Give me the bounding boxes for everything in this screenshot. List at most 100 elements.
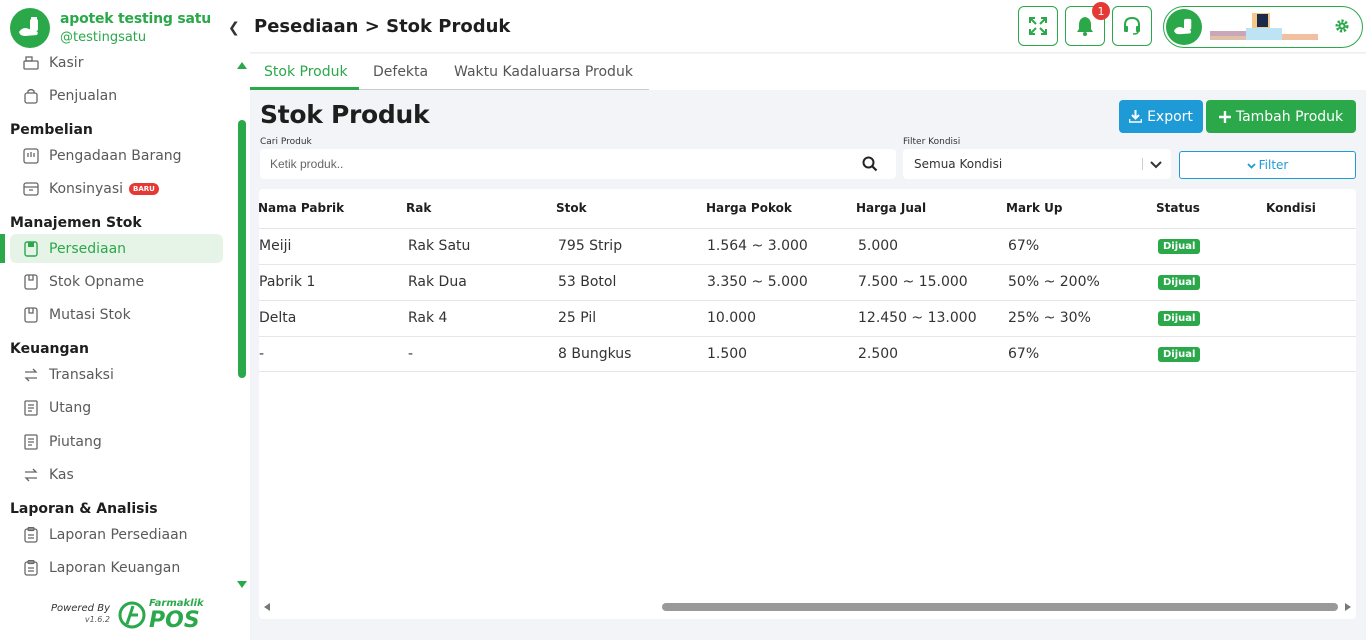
chevron-down-icon [1247, 162, 1256, 169]
sidebar-item-pengadaan-barang[interactable]: Pengadaan Barang [10, 141, 223, 170]
notification-count-badge: 1 [1092, 2, 1110, 20]
fullscreen-button[interactable] [1018, 6, 1058, 46]
clipboard-icon [22, 559, 40, 577]
notification-button[interactable]: 1 [1065, 2, 1110, 46]
cash-register-icon [22, 54, 40, 72]
search-icon[interactable] [862, 156, 878, 172]
sidebar-item-label: Laporan Persediaan [49, 526, 188, 543]
sidebar-item-piutang[interactable]: Piutang [10, 427, 223, 456]
sidebar-menu: Kasir Penjualan Pembelian Pengadaan Bara… [0, 50, 235, 590]
column-header[interactable]: Stok [556, 201, 587, 215]
search-input[interactable] [260, 149, 840, 179]
cell-rack: Rak 4 [408, 310, 448, 326]
table-row[interactable]: Pabrik 1 Rak Dua 53 Botol 3.350 ~ 5.000 … [259, 264, 1356, 300]
scroll-left-arrow-icon[interactable] [264, 603, 270, 611]
select-separator [1142, 158, 1143, 170]
cell-cost-price: 1.564 ~ 3.000 [707, 238, 808, 254]
filter-button[interactable]: Filter [1179, 151, 1356, 179]
profile-menu[interactable] [1163, 6, 1363, 48]
cell-cost-price: 3.350 ~ 5.000 [707, 274, 808, 290]
scroll-down-arrow-icon[interactable] [237, 581, 247, 588]
sidebar-item-laporan-persediaan[interactable]: Laporan Persediaan [10, 520, 223, 549]
scroll-right-arrow-icon[interactable] [1345, 603, 1351, 611]
active-indicator [0, 234, 5, 263]
cell-rack: Rak Dua [408, 274, 467, 290]
avatar [1166, 9, 1202, 45]
cell-rack: Rak Satu [408, 238, 471, 254]
stock-opname-icon [22, 273, 40, 291]
sidebar-item-label: Mutasi Stok [49, 306, 131, 323]
export-button[interactable]: Export [1119, 100, 1203, 133]
search-label: Cari Produk [260, 137, 312, 147]
table-horizontal-scrollbar[interactable] [259, 599, 1356, 615]
sidebar-item-konsinyasi[interactable]: Konsinyasi BARU [10, 174, 223, 203]
column-header[interactable]: Harga Jual [856, 201, 926, 215]
sidebar-item-stok-opname[interactable]: Stok Opname [10, 267, 223, 296]
sidebar-item-laporan-keuangan[interactable]: Laporan Keuangan [10, 553, 223, 582]
cell-sell-price: 5.000 [858, 238, 899, 254]
cell-markup: 67% [1008, 238, 1040, 254]
column-header[interactable]: Rak [406, 201, 431, 215]
sidebar-item-penjualan[interactable]: Penjualan [10, 81, 223, 110]
cell-cost-price: 10.000 [707, 310, 756, 326]
cell-factory: - [259, 346, 265, 362]
filter-button-label: Filter [1258, 158, 1289, 172]
sidebar-item-label: Stok Opname [49, 273, 145, 290]
bag-icon [22, 87, 40, 105]
section-keuangan: Keuangan [10, 341, 89, 357]
sidebar-item-kasir[interactable]: Kasir [10, 50, 223, 77]
condition-select-value: Semua Kondisi [914, 157, 1003, 171]
horizontal-scroll-thumb[interactable] [662, 603, 1338, 611]
sidebar: apotek testing satu @testingsatu ❮ Kasir… [0, 0, 250, 640]
column-header[interactable]: Nama Pabrik [259, 201, 344, 215]
cell-cost-price: 1.500 [707, 346, 748, 362]
cell-stock: 53 Botol [558, 274, 617, 290]
support-button[interactable] [1112, 6, 1152, 46]
cell-markup: 25% ~ 30% [1008, 310, 1091, 326]
sidebar-item-kas[interactable]: Kas [10, 460, 223, 489]
sidebar-item-persediaan[interactable]: Persediaan [10, 234, 223, 263]
column-header[interactable]: Kondisi [1266, 201, 1316, 215]
tab-waktu-kadaluarsa[interactable]: Waktu Kadaluarsa Produk [454, 64, 633, 80]
tab-stok-produk[interactable]: Stok Produk [264, 64, 348, 80]
status-badge: Dijual [1158, 347, 1201, 362]
scroll-up-arrow-icon[interactable] [237, 62, 247, 69]
collapse-sidebar-icon[interactable]: ❮ [228, 20, 240, 36]
column-header[interactable]: Mark Up [1006, 201, 1062, 215]
sidebar-item-transaksi[interactable]: Transaksi [10, 360, 223, 389]
clipboard-icon [22, 526, 40, 544]
cell-factory: Pabrik 1 [259, 274, 316, 290]
table-row[interactable]: - - 8 Bungkus 1.500 2.500 67% Dijual [259, 336, 1356, 372]
stock-mutation-icon [22, 306, 40, 324]
table-row[interactable]: Meiji Rak Satu 795 Strip 1.564 ~ 3.000 5… [259, 228, 1356, 264]
chevron-down-icon [1150, 161, 1162, 169]
section-pembelian: Pembelian [10, 122, 93, 138]
column-header[interactable]: Harga Pokok [706, 201, 792, 215]
sidebar-item-label: Konsinyasi [49, 180, 124, 197]
cell-stock: 8 Bungkus [558, 346, 632, 362]
plus-icon [1218, 110, 1231, 123]
table-row[interactable]: Delta Rak 4 25 Pil 10.000 12.450 ~ 13.00… [259, 300, 1356, 336]
sidebar-item-utang[interactable]: Utang [10, 393, 223, 422]
sidebar-item-label: Kas [49, 466, 74, 483]
sidebar-scrollbar[interactable] [235, 60, 249, 588]
powered-by-text: Powered By [50, 603, 110, 614]
tab-divider [359, 89, 649, 90]
condition-select[interactable]: Semua Kondisi [903, 149, 1171, 179]
cell-stock: 25 Pil [558, 310, 597, 326]
download-icon [1129, 110, 1143, 123]
gear-icon[interactable] [1334, 18, 1350, 34]
tab-defekta[interactable]: Defekta [373, 64, 428, 80]
add-product-button[interactable]: Tambah Produk [1206, 100, 1356, 133]
cell-sell-price: 2.500 [858, 346, 899, 362]
stock-table: Nama Pabrik Rak Stok Harga Pokok Harga J… [259, 189, 1356, 619]
status-badge: Dijual [1158, 275, 1201, 290]
logo-pos: POS [149, 608, 200, 633]
sidebar-item-mutasi-stok[interactable]: Mutasi Stok [10, 300, 223, 329]
column-header[interactable]: Status [1156, 201, 1200, 215]
receipt-icon [22, 399, 40, 417]
breadcrumb: Pesediaan > Stok Produk [254, 16, 511, 37]
cell-rack: - [408, 346, 414, 362]
add-product-label: Tambah Produk [1235, 108, 1344, 125]
scroll-thumb[interactable] [238, 120, 246, 378]
